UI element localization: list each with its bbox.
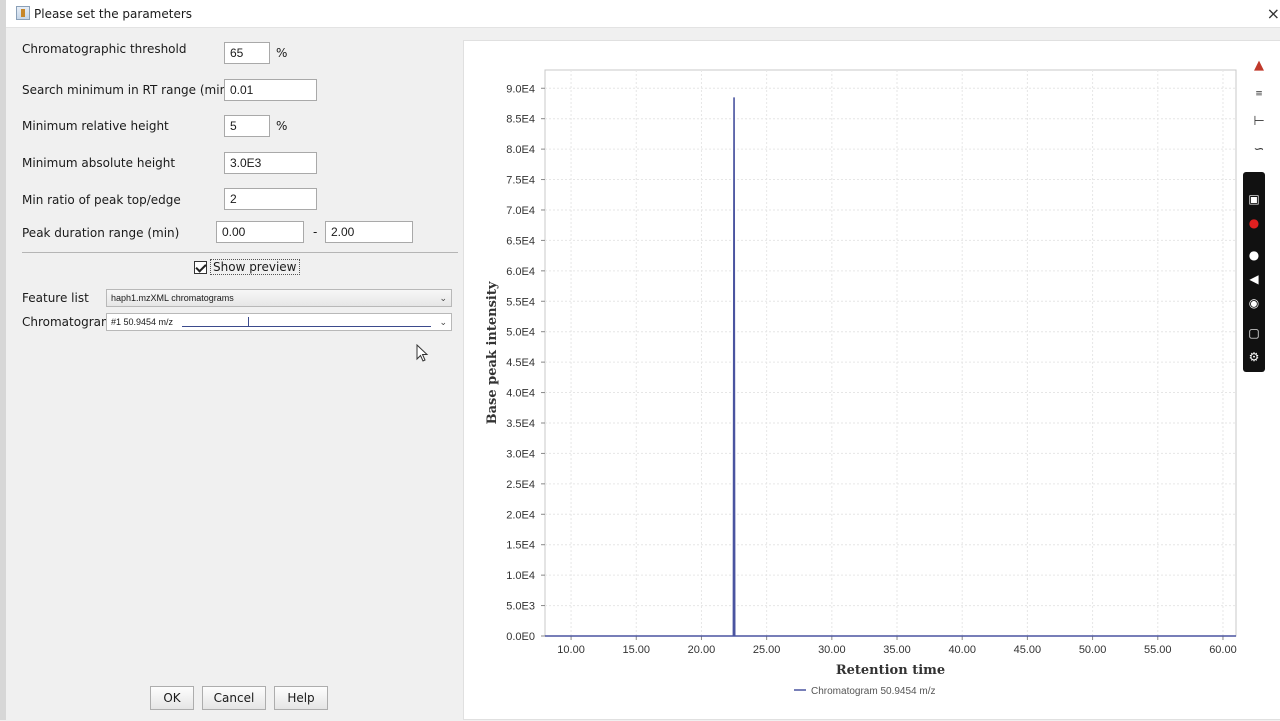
y-tick-label: 1.0E4 bbox=[506, 570, 535, 582]
microphone-icon[interactable]: ● bbox=[1245, 246, 1263, 264]
y-tick-label: 8.0E4 bbox=[506, 144, 535, 156]
settings-icon[interactable]: ⚙ bbox=[1245, 348, 1263, 366]
chromatogram-label: Chromatogram bbox=[22, 315, 113, 329]
screen-recorder-bar: ▣ ● ● ◀ ◉ ▢ ⚙ bbox=[1243, 172, 1265, 372]
chromatographic-threshold-label: Chromatographic threshold bbox=[22, 42, 187, 56]
y-tick-label: 1.5E4 bbox=[506, 540, 535, 552]
x-tick-label: 10.00 bbox=[557, 644, 585, 656]
y-tick-label: 5.0E4 bbox=[506, 327, 535, 339]
y-tick-label: 2.0E4 bbox=[506, 509, 535, 521]
x-axis-label: Retention time bbox=[836, 663, 945, 678]
y-tick-label: 7.0E4 bbox=[506, 205, 535, 217]
window-icon[interactable]: ▢ bbox=[1245, 324, 1263, 342]
java-app-icon bbox=[16, 6, 30, 20]
y-tick-label: 6.0E4 bbox=[506, 266, 535, 278]
feature-list-label: Feature list bbox=[22, 291, 89, 305]
preview-chart-panel: 0.0E0 5.0E3 1.0E4 1.5E4 2.0E4 2.5E4 3.0E4 3.5E4… bbox=[463, 40, 1280, 720]
y-tick-label: 2.5E4 bbox=[506, 479, 535, 491]
y-tick-label: 5.5E4 bbox=[506, 296, 535, 308]
chromatogram-select[interactable]: #1 50.9454 m/z ⌄ bbox=[106, 313, 452, 331]
cancel-button[interactable]: Cancel bbox=[202, 686, 266, 710]
min-relative-height-label: Minimum relative height bbox=[22, 119, 169, 133]
show-preview-checkbox[interactable]: Show preview bbox=[194, 257, 300, 277]
y-axis-label: Base peak intensity bbox=[485, 281, 500, 424]
data-icon[interactable]: ≡ bbox=[1249, 84, 1269, 104]
peak-duration-label: Peak duration range (min) bbox=[22, 226, 180, 240]
chromatogram-value: #1 50.9454 m/z bbox=[111, 317, 174, 327]
show-preview-label[interactable]: Show preview bbox=[210, 259, 300, 275]
text-caret bbox=[248, 317, 249, 327]
y-tick-label: 7.5E4 bbox=[506, 175, 535, 187]
y-tick-label: 9.0E4 bbox=[506, 83, 535, 95]
y-tick-label: 4.0E4 bbox=[506, 388, 535, 400]
min-absolute-height-label: Minimum absolute height bbox=[22, 156, 176, 170]
chevron-down-icon[interactable]: ⌄ bbox=[439, 290, 447, 306]
close-icon[interactable]: × bbox=[1267, 4, 1280, 23]
x-tick-label: 30.00 bbox=[818, 644, 846, 656]
x-tick-label: 55.00 bbox=[1144, 644, 1172, 656]
draw-icon[interactable]: ∽ bbox=[1249, 140, 1269, 160]
min-ratio-input[interactable]: 2 bbox=[224, 188, 317, 210]
parameters-dialog: Please set the parameters × Chromatograp… bbox=[0, 0, 1280, 720]
x-tick-label: 60.00 bbox=[1209, 644, 1237, 656]
y-tick-label: 8.5E4 bbox=[506, 114, 535, 126]
title-bar: Please set the parameters × bbox=[6, 0, 1280, 28]
feature-list-value: haph1.mzXML chromatograms bbox=[111, 293, 234, 303]
chart-icon[interactable]: ▲ bbox=[1249, 56, 1269, 76]
mouse-pointer-icon bbox=[416, 344, 429, 362]
x-tick-label: 15.00 bbox=[622, 644, 650, 656]
min-absolute-height-input[interactable]: 3.0E3 bbox=[224, 152, 317, 174]
help-button[interactable]: Help bbox=[274, 686, 328, 710]
x-tick-label: 45.00 bbox=[1014, 644, 1042, 656]
feature-list-select[interactable]: haph1.mzXML chromatograms ⌄ bbox=[106, 289, 452, 307]
search-minimum-label: Search minimum in RT range (min) bbox=[22, 83, 232, 97]
parameter-panel: Chromatographic threshold 65 % Search mi… bbox=[12, 29, 460, 720]
window-title: Please set the parameters bbox=[34, 7, 193, 21]
min-ratio-label: Min ratio of peak top/edge bbox=[22, 193, 181, 207]
chromatogram-chart: 0.0E0 5.0E3 1.0E4 1.5E4 2.0E4 2.5E4 3.0E4 3.5E4… bbox=[485, 69, 1237, 697]
x-tick-label: 35.00 bbox=[883, 644, 911, 656]
relative-height-unit: % bbox=[276, 119, 288, 133]
y-tick-label: 0.0E0 bbox=[506, 631, 535, 643]
y-tick-label: 3.0E4 bbox=[506, 448, 535, 460]
speaker-icon[interactable]: ◀ bbox=[1245, 270, 1263, 288]
y-tick-label: 6.5E4 bbox=[506, 235, 535, 247]
axes-icon[interactable]: ⊢ bbox=[1249, 112, 1269, 132]
checkbox-icon[interactable] bbox=[194, 260, 207, 274]
chromatographic-threshold-input[interactable]: 65 bbox=[224, 42, 270, 64]
x-tick-label: 40.00 bbox=[948, 644, 976, 656]
text-underline bbox=[182, 326, 431, 327]
y-tick-label: 4.5E4 bbox=[506, 357, 535, 369]
x-tick-label: 20.00 bbox=[688, 644, 716, 656]
peak-duration-dash: - bbox=[313, 225, 318, 239]
record-icon[interactable]: ● bbox=[1245, 214, 1263, 232]
plot-area bbox=[544, 69, 1237, 637]
x-tick-label: 50.00 bbox=[1079, 644, 1107, 656]
peak-duration-min-input[interactable]: 0.00 bbox=[216, 221, 304, 243]
min-relative-height-input[interactable]: 5 bbox=[224, 115, 270, 137]
legend-label: Chromatogram 50.9454 m/z bbox=[811, 686, 936, 697]
y-tick-label: 5.0E3 bbox=[506, 601, 535, 613]
peak-duration-max-input[interactable]: 2.00 bbox=[325, 221, 413, 243]
webcam-icon[interactable]: ◉ bbox=[1245, 294, 1263, 312]
y-tick-label: 3.5E4 bbox=[506, 418, 535, 430]
threshold-unit: % bbox=[276, 46, 288, 60]
camera-icon[interactable]: ▣ bbox=[1245, 190, 1263, 208]
x-tick-label: 25.00 bbox=[753, 644, 781, 656]
search-minimum-input[interactable]: 0.01 bbox=[224, 79, 317, 101]
chevron-down-icon[interactable]: ⌄ bbox=[439, 314, 447, 330]
separator bbox=[22, 252, 458, 253]
ok-button[interactable]: OK bbox=[150, 686, 194, 710]
